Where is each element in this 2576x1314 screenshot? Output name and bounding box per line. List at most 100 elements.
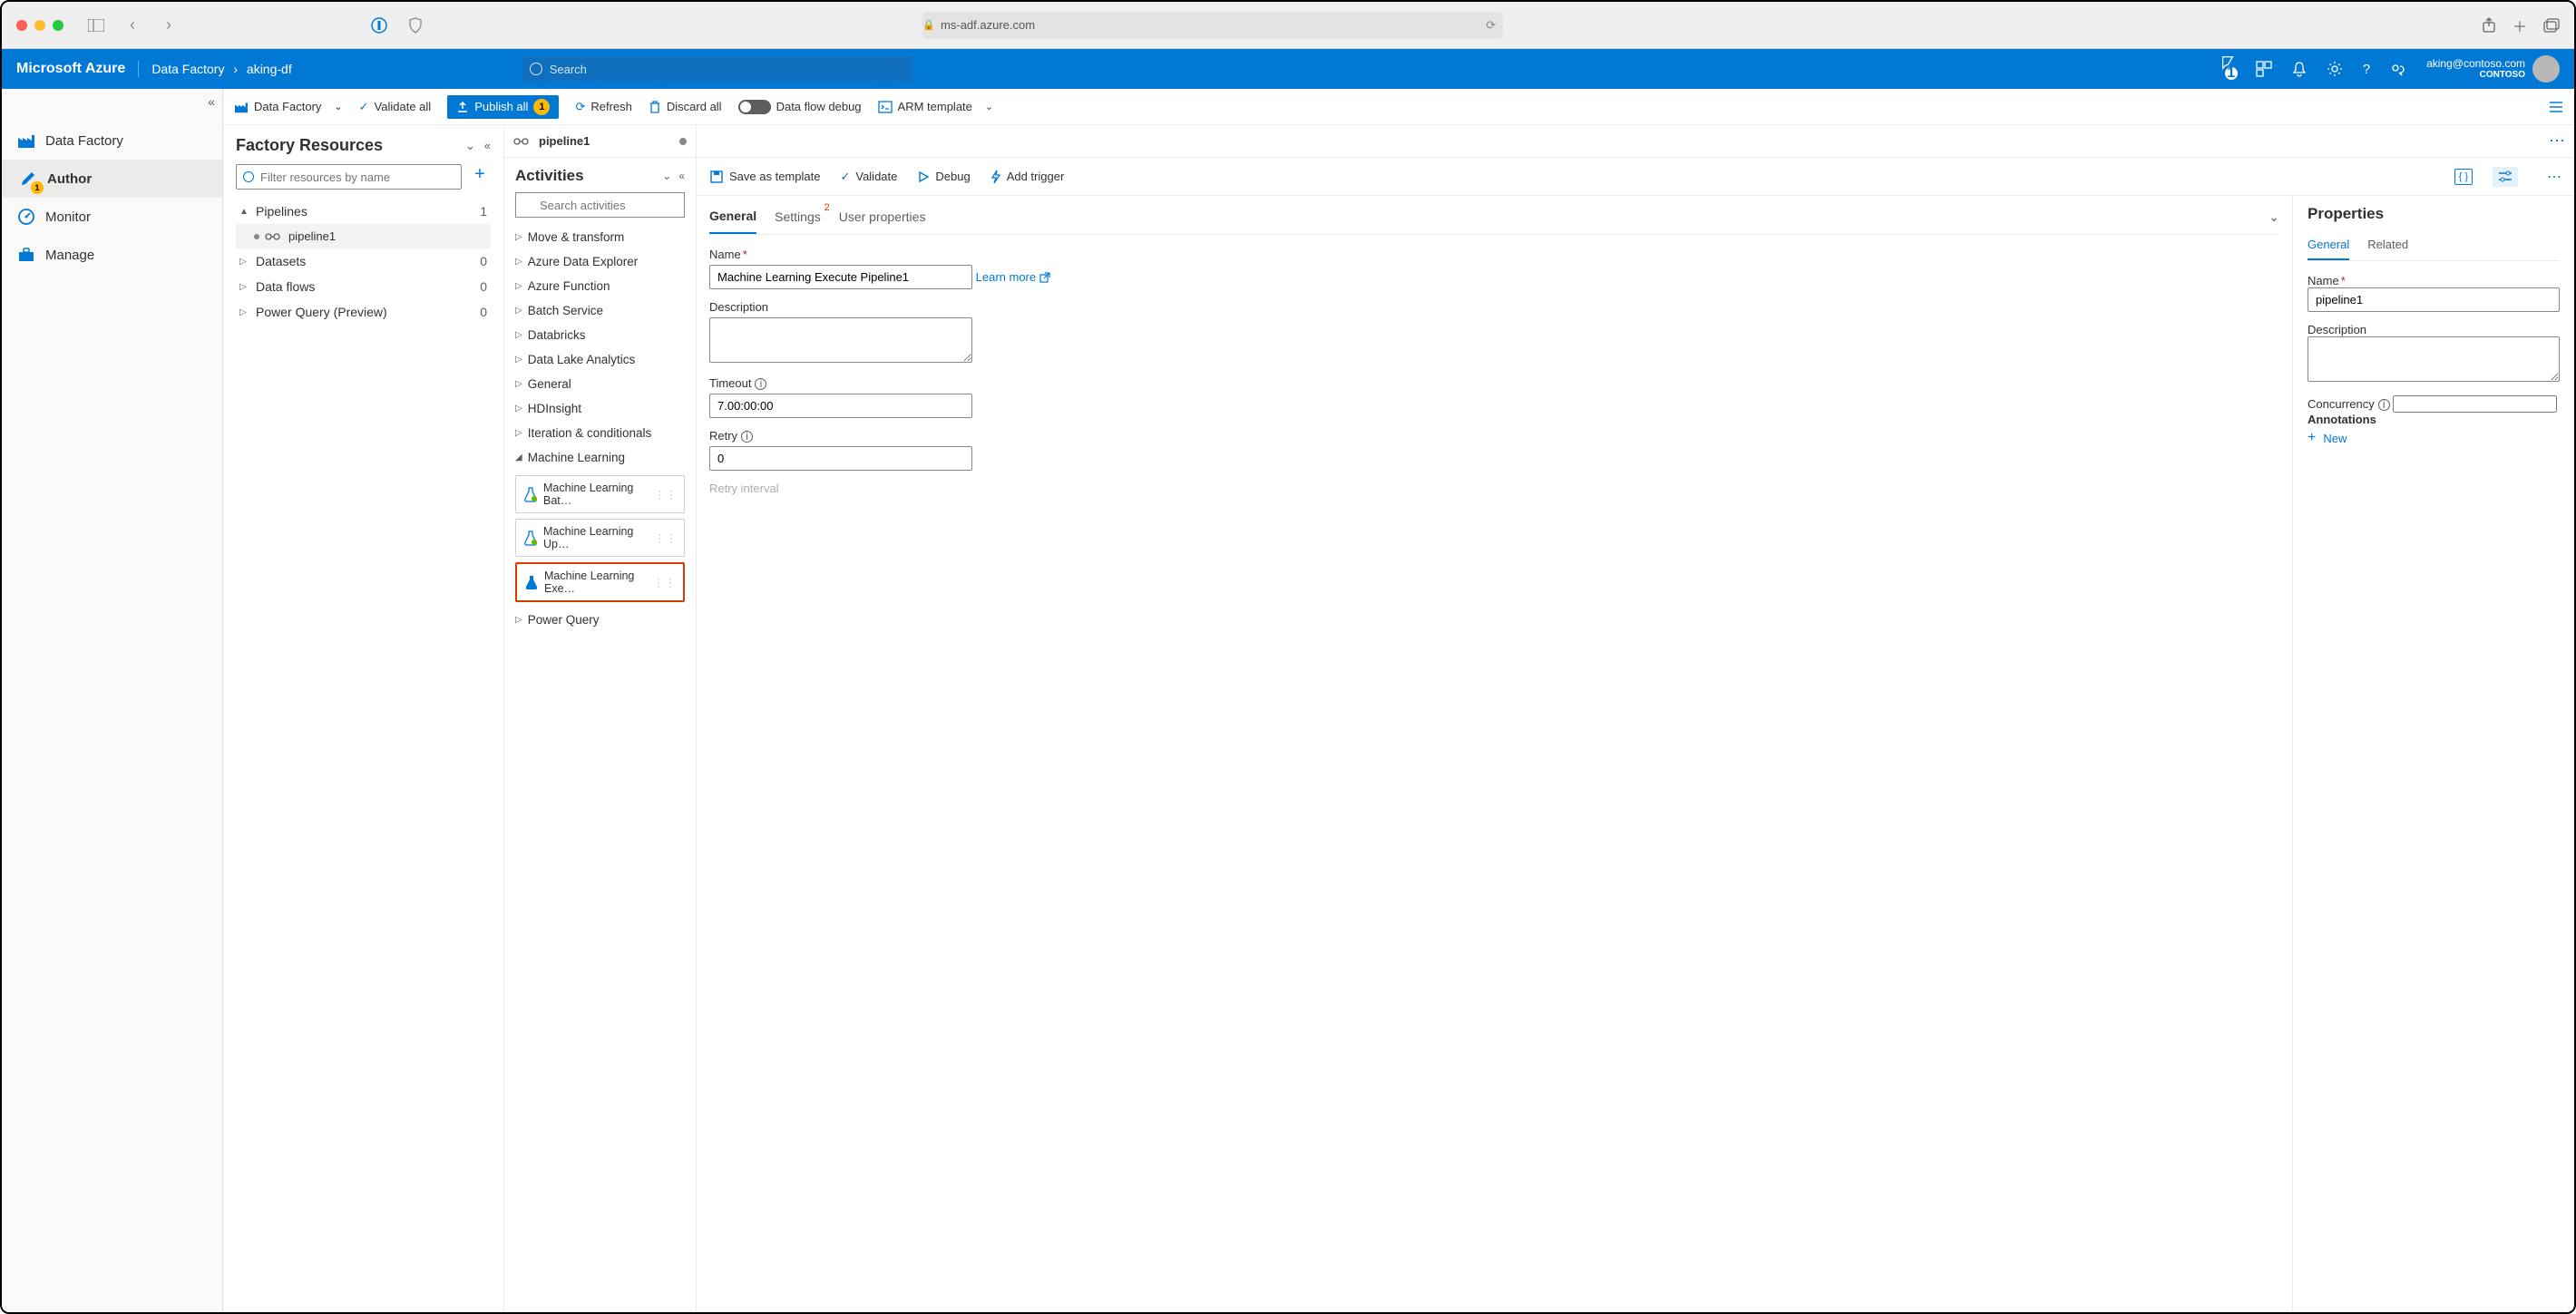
datafactory-dropdown[interactable]: Data Factory ⌄ (234, 100, 343, 113)
retry-input[interactable] (709, 446, 972, 471)
minimize-window-icon[interactable] (34, 20, 45, 31)
add-annotation-button[interactable]: + New (2308, 430, 2560, 446)
back-icon[interactable]: ‹ (120, 13, 145, 38)
close-window-icon[interactable] (16, 20, 27, 31)
reload-icon[interactable]: ⟳ (1486, 18, 1496, 33)
activity-category[interactable]: ▷Databricks (515, 323, 685, 347)
collapse-nav-icon[interactable]: « (208, 94, 215, 109)
activity-name-input[interactable] (709, 265, 972, 289)
search-input[interactable] (522, 56, 912, 82)
collapse-icon[interactable]: « (678, 170, 685, 182)
activity-ml-execute[interactable]: Machine Learning Exe… ⋮⋮ (515, 562, 685, 602)
activity-category-ml[interactable]: ◢Machine Learning (515, 445, 685, 470)
activity-category[interactable]: ▷Move & transform (515, 225, 685, 249)
factory-icon (16, 131, 36, 151)
info-icon[interactable]: i (741, 431, 753, 443)
refresh-button[interactable]: ⟳ Refresh (575, 100, 631, 114)
name-label: Name* (709, 248, 2279, 261)
breadcrumb-root[interactable]: Data Factory (151, 62, 224, 76)
powerquery-group[interactable]: ▷ Power Query (Preview) 0 (236, 299, 491, 325)
add-resource-button[interactable]: + (469, 164, 491, 190)
pipeline1-item[interactable]: pipeline1 (236, 224, 491, 248)
activity-category[interactable]: ▷Iteration & conditionals (515, 421, 685, 445)
url-bar[interactable]: 🔒 ms-adf.azure.com ⟳ (922, 12, 1503, 39)
pipeline-name-input[interactable] (2308, 287, 2560, 312)
nav-author[interactable]: Author 1 (2, 160, 222, 198)
properties-toggle-button[interactable] (2493, 167, 2518, 187)
new-tab-icon[interactable]: ＋ (2513, 15, 2527, 36)
dataflows-group[interactable]: ▷ Data flows 0 (236, 274, 491, 299)
chevron-down-icon[interactable]: ⌄ (2269, 204, 2279, 234)
nav-monitor[interactable]: Monitor (2, 198, 222, 236)
tab-user-properties[interactable]: User properties (839, 204, 926, 233)
feedback-icon[interactable]: 1 (2220, 54, 2236, 83)
discard-all-button[interactable]: Discard all (649, 100, 722, 114)
info-icon[interactable]: i (755, 378, 766, 390)
breadcrumb-current[interactable]: aking-df (247, 62, 292, 76)
dirty-dot-icon (679, 138, 687, 145)
user-menu[interactable]: aking@contoso.com CONTOSO (2426, 55, 2560, 83)
pipeline-tab[interactable]: pipeline1 (504, 125, 696, 158)
pipeline-description-input[interactable] (2308, 336, 2560, 382)
add-trigger-button[interactable]: Add trigger (990, 170, 1065, 184)
azure-brand[interactable]: Microsoft Azure (16, 61, 139, 77)
info-icon[interactable]: i (2378, 399, 2390, 411)
share-icon[interactable] (2482, 17, 2496, 34)
more-icon[interactable]: ⋯ (2547, 168, 2561, 186)
activity-category[interactable]: ▷General (515, 372, 685, 396)
validate-all-button[interactable]: ✓ Validate all (359, 100, 432, 114)
activity-category[interactable]: ▷Batch Service (515, 298, 685, 323)
bell-icon[interactable] (2292, 61, 2307, 77)
code-view-button[interactable]: { } (2454, 169, 2473, 185)
filter-resources-input[interactable] (236, 164, 462, 190)
props-tab-related[interactable]: Related (2367, 234, 2408, 260)
learn-more-link[interactable]: Learn more (976, 270, 1050, 284)
forward-icon[interactable]: › (156, 13, 181, 38)
validate-button[interactable]: ✓ Validate (840, 170, 897, 184)
publish-all-button[interactable]: Publish all 1 (447, 95, 559, 119)
activity-ml-update[interactable]: Machine Learning Up… ⋮⋮ (515, 519, 685, 557)
pipelines-group[interactable]: ▲ Pipelines 1 (236, 199, 491, 224)
activity-category[interactable]: ▷Azure Data Explorer (515, 249, 685, 274)
timeout-label: Timeouti (709, 376, 2279, 390)
list-icon[interactable] (2549, 101, 2563, 113)
debug-button[interactable]: Debug (917, 170, 970, 183)
activity-category[interactable]: ▷Power Query (515, 608, 685, 632)
save-template-button[interactable]: Save as template (709, 170, 820, 184)
activity-description-input[interactable] (709, 317, 972, 363)
expand-icon[interactable]: ⌄ (465, 139, 475, 153)
search-activities-input[interactable] (515, 192, 685, 218)
tabs-overview-icon[interactable] (2543, 18, 2560, 33)
more-icon[interactable]: ⋯ (2549, 131, 2565, 151)
activity-category[interactable]: ▷HDInsight (515, 396, 685, 421)
activity-ml-batch[interactable]: Machine Learning Bat… ⋮⋮ (515, 475, 685, 513)
activity-category[interactable]: ▷Azure Function (515, 274, 685, 298)
tab-settings[interactable]: Settings 2 (775, 204, 821, 233)
activity-category[interactable]: ▷Data Lake Analytics (515, 347, 685, 372)
datasets-group[interactable]: ▷ Datasets 0 (236, 248, 491, 274)
nav-manage[interactable]: Manage (2, 236, 222, 274)
dataflow-debug-toggle[interactable]: Data flow debug (738, 100, 862, 114)
sidebar-icon[interactable] (83, 13, 109, 38)
upload-icon (456, 101, 469, 113)
props-tab-general[interactable]: General (2308, 234, 2349, 260)
chevron-down-icon: ⌄ (334, 101, 342, 112)
triangle-down-icon: ▲ (239, 207, 252, 217)
shield-icon[interactable] (403, 13, 428, 38)
maximize-window-icon[interactable] (53, 20, 63, 31)
password-manager-icon[interactable] (366, 13, 392, 38)
nav-label: Data Factory (45, 133, 123, 149)
arm-template-button[interactable]: ARM template ⌄ (878, 100, 994, 113)
help-icon[interactable]: ? (2363, 62, 2370, 77)
concurrency-input[interactable] (2393, 395, 2557, 413)
chat-icon[interactable] (2390, 61, 2406, 77)
tab-general[interactable]: General (709, 203, 756, 234)
global-search[interactable] (522, 56, 912, 82)
avatar (2532, 55, 2560, 83)
timeout-input[interactable] (709, 394, 972, 418)
nav-data-factory[interactable]: Data Factory (2, 122, 222, 160)
collapse-icon[interactable]: « (484, 139, 491, 153)
directory-icon[interactable] (2256, 61, 2272, 77)
expand-icon[interactable]: ⌄ (662, 170, 671, 182)
gear-icon[interactable] (2327, 61, 2343, 77)
